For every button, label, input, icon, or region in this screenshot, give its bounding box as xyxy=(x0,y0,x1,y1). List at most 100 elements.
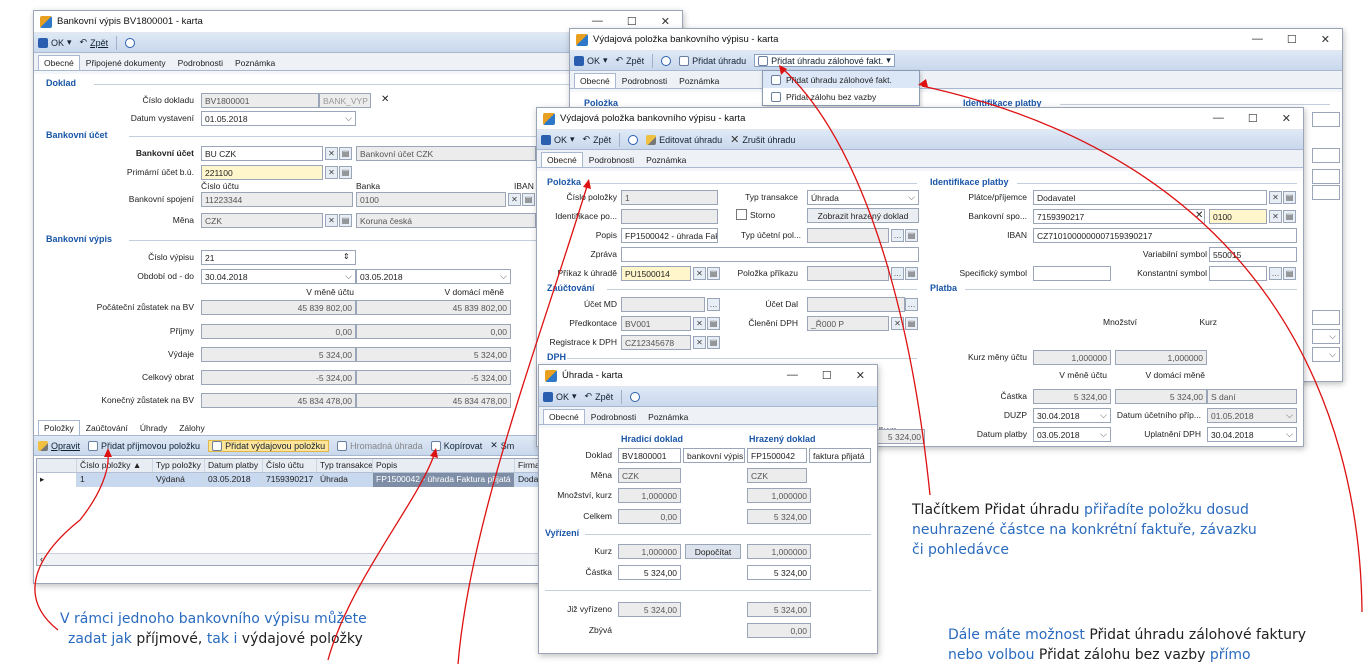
help-icon[interactable] xyxy=(628,134,639,145)
clear-icon[interactable]: ✕ xyxy=(325,214,338,227)
back-button[interactable]: ↶ Zpět xyxy=(583,134,612,145)
picker-icon[interactable]: ▤ xyxy=(707,267,720,280)
clear-icon[interactable]: ✕ xyxy=(1195,210,1203,221)
tab-attached-docs[interactable]: Připojené dokumenty xyxy=(80,55,172,70)
help-icon[interactable] xyxy=(661,55,672,66)
tab-general[interactable]: Obecné xyxy=(543,409,585,424)
close-icon[interactable]: ✕ xyxy=(1321,33,1330,46)
storno-checkbox[interactable] xyxy=(736,209,747,220)
close-icon[interactable]: ✕ xyxy=(661,15,670,28)
clear-icon[interactable]: ✕ xyxy=(693,267,706,280)
clear-icon[interactable]: ✕ xyxy=(693,336,706,349)
copy-button[interactable]: Kopírovat xyxy=(430,440,482,451)
spinner-icon[interactable]: ⇕ xyxy=(343,252,350,261)
tab-details[interactable]: Podrobnosti xyxy=(585,409,642,424)
tab-details[interactable]: Podrobnosti xyxy=(172,55,229,70)
ellipsis-icon[interactable]: … xyxy=(707,298,720,311)
edit-button[interactable]: Opravit xyxy=(38,440,80,451)
tab-note[interactable]: Poznámka xyxy=(673,73,725,88)
help-icon[interactable] xyxy=(630,391,641,402)
cancel-payment-button[interactable]: ✕ Zrušit úhradu xyxy=(730,134,795,145)
bank-account-field[interactable]: BU CZK xyxy=(201,146,323,161)
clear-icon[interactable]: ✕ xyxy=(325,166,338,179)
picker-icon[interactable]: ▤ xyxy=(905,229,918,242)
clear-icon[interactable]: ✕ xyxy=(381,94,389,105)
doc-number-field[interactable]: BV1800001 xyxy=(201,93,319,108)
show-paid-document-button[interactable]: Zobrazit hrazený doklad xyxy=(807,208,919,223)
tab-details[interactable]: Podrobnosti xyxy=(616,73,673,88)
bank-connection-field[interactable]: 7159390217 xyxy=(1033,209,1205,224)
ellipsis-icon[interactable]: … xyxy=(1269,267,1282,280)
maximize-icon[interactable]: ☐ xyxy=(822,369,832,382)
close-icon[interactable]: ✕ xyxy=(856,369,865,382)
col-transaction-type[interactable]: Typ transakce xyxy=(317,459,373,472)
picker-icon[interactable]: ▤ xyxy=(905,267,918,280)
primary-account-field[interactable]: 221100 xyxy=(201,165,323,180)
ok-button[interactable]: OK ▾ xyxy=(541,134,575,145)
constant-symbol-field[interactable] xyxy=(1209,266,1267,281)
clear-icon[interactable]: ✕ xyxy=(508,193,521,206)
description-field[interactable]: FP1500042 - úhrada Faktura xyxy=(621,228,718,243)
tab-general[interactable]: Obecné xyxy=(38,55,80,70)
minimize-icon[interactable]: — xyxy=(787,369,798,382)
back-button[interactable]: ↶ Zpět xyxy=(585,391,614,402)
tab-advances[interactable]: Zálohy xyxy=(173,420,211,435)
specific-symbol-field[interactable] xyxy=(1033,266,1111,281)
picker-icon[interactable]: ▤ xyxy=(339,147,352,160)
edit-payment-button[interactable]: Editovat úhradu xyxy=(646,134,722,145)
picker-icon[interactable]: ▤ xyxy=(522,193,535,206)
recalculate-button[interactable]: Dopočítat xyxy=(685,544,741,559)
ellipsis-icon[interactable]: … xyxy=(891,229,904,242)
iban-field[interactable]: CZ7101000000007159390217 xyxy=(1033,228,1297,243)
add-expense-item-button[interactable]: Přidat výdajovou položku xyxy=(208,439,330,452)
tab-general[interactable]: Obecné xyxy=(574,73,616,88)
picker-icon[interactable]: ▤ xyxy=(905,317,918,330)
clear-icon[interactable]: ✕ xyxy=(1269,210,1282,223)
picker-icon[interactable]: ▤ xyxy=(339,166,352,179)
period-to-field[interactable]: 03.05.2018 xyxy=(356,269,511,284)
issue-date-field[interactable]: 01.05.2018 xyxy=(201,111,356,126)
picker-icon[interactable]: ▤ xyxy=(339,214,352,227)
payment-order-field[interactable]: PU1500014 xyxy=(621,266,691,281)
add-advance-payment-dropdown[interactable]: Přidat úhradu zálohové fakt. ▾ xyxy=(754,54,895,67)
tab-accounting[interactable]: Zaúčtování xyxy=(80,420,134,435)
clear-icon[interactable]: ✕ xyxy=(693,317,706,330)
clear-icon[interactable]: ✕ xyxy=(1269,191,1282,204)
paying-amount-input[interactable]: 5 324,00 xyxy=(618,565,681,580)
payment-date-field[interactable]: 03.05.2018 xyxy=(1033,427,1111,442)
maximize-icon[interactable]: ☐ xyxy=(1248,112,1258,125)
tab-details[interactable]: Podrobnosti xyxy=(583,152,640,167)
picker-icon[interactable]: ▤ xyxy=(707,317,720,330)
vat-claim-field[interactable]: 30.04.2018 xyxy=(1207,427,1297,442)
payer-field[interactable]: Dodavatel xyxy=(1033,190,1267,205)
minimize-icon[interactable]: — xyxy=(592,15,603,28)
col-payment-date[interactable]: Datum platby xyxy=(205,459,263,472)
help-icon[interactable] xyxy=(125,37,136,48)
ok-button[interactable]: OK ▾ xyxy=(38,37,72,48)
col-item-type[interactable]: Typ položky xyxy=(153,459,205,472)
variable-symbol-field[interactable]: 550015 xyxy=(1209,247,1297,262)
col-item-number[interactable]: Číslo položky ▲ xyxy=(77,459,153,472)
tab-general[interactable]: Obecné xyxy=(541,152,583,167)
col-description[interactable]: Popis xyxy=(373,459,515,472)
picker-icon[interactable]: ▤ xyxy=(1283,210,1296,223)
transaction-type-select[interactable]: Úhrada xyxy=(807,190,919,205)
minimize-icon[interactable]: — xyxy=(1252,33,1263,46)
ok-button[interactable]: OK ▾ xyxy=(574,55,608,66)
ellipsis-icon[interactable]: … xyxy=(891,267,904,280)
maximize-icon[interactable]: ☐ xyxy=(1287,33,1297,46)
menu-item-add-advance-invoice-payment[interactable]: Přidat úhradu zálohové fakt. xyxy=(763,71,919,88)
period-from-field[interactable]: 30.04.2018 xyxy=(201,269,356,284)
clear-icon[interactable]: ✕ xyxy=(325,147,338,160)
message-field[interactable] xyxy=(621,247,919,262)
clear-icon[interactable]: ✕ xyxy=(891,317,904,330)
tab-note[interactable]: Poznámka xyxy=(229,55,281,70)
statement-number-field[interactable]: 21 xyxy=(201,250,356,265)
bulk-payment-button[interactable]: Hromadná úhrada xyxy=(337,440,423,451)
delete-button[interactable]: ✕ Sm xyxy=(490,440,514,451)
menu-item-add-unlinked-advance[interactable]: Přidat zálohu bez vazby xyxy=(763,88,919,105)
close-icon[interactable]: ✕ xyxy=(1282,112,1291,125)
back-button[interactable]: ↶ Zpět xyxy=(616,55,645,66)
picker-icon[interactable]: ▤ xyxy=(1283,191,1296,204)
maximize-icon[interactable]: ☐ xyxy=(627,15,637,28)
